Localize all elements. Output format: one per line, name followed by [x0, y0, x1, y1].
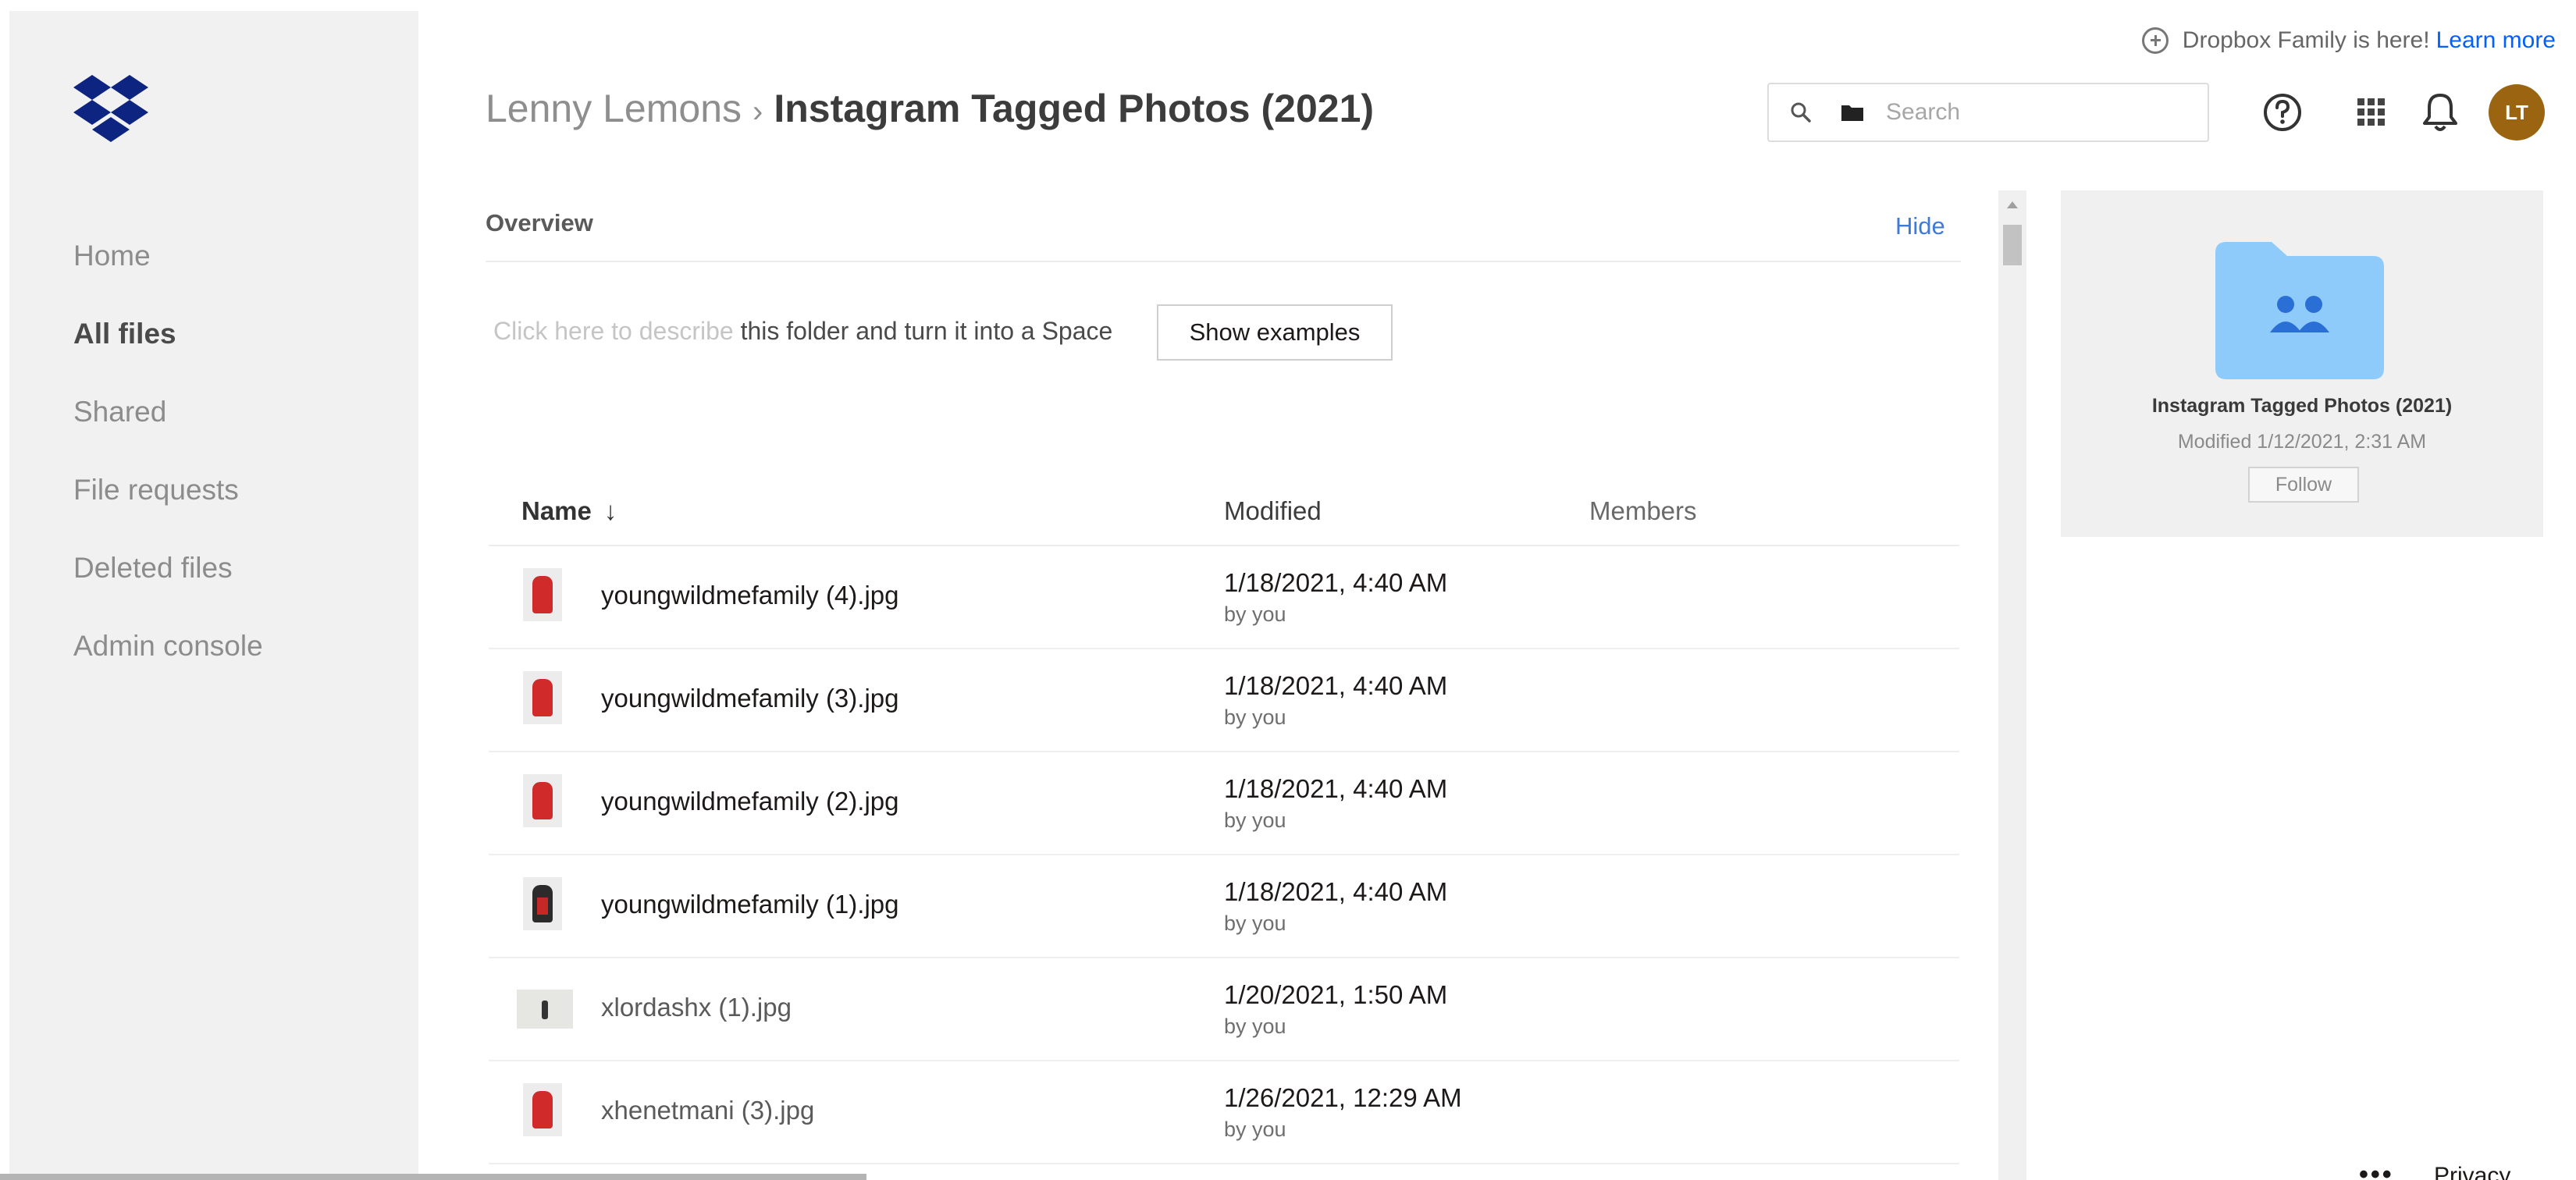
avatar[interactable]: LT: [2489, 84, 2545, 140]
file-table-header: Name ↓ Modified Members: [489, 489, 1959, 546]
search-input[interactable]: [1884, 98, 2165, 126]
file-modified: 1/20/2021, 1:50 AM: [1224, 980, 1448, 1009]
file-name[interactable]: youngwildmefamily (4).jpg: [601, 581, 898, 610]
promo-banner: Dropbox Family is here! Learn more: [2141, 23, 2556, 58]
description-prompt-faded: Click here to describe: [493, 317, 734, 345]
shared-folder-icon: [2215, 242, 2384, 379]
learn-more-link[interactable]: Learn more: [2436, 23, 2556, 58]
table-row[interactable]: youngwildmefamily (4).jpg 1/18/2021, 4:4…: [489, 546, 1959, 649]
breadcrumb: Lenny Lemons › Instagram Tagged Photos (20…: [486, 81, 1374, 139]
page-title: Instagram Tagged Photos (2021): [774, 87, 1375, 130]
file-modified: 1/18/2021, 4:40 AM: [1224, 568, 1448, 597]
file-name[interactable]: youngwildmefamily (1).jpg: [601, 890, 898, 919]
column-header-modified[interactable]: Modified: [1224, 496, 1322, 526]
privacy-link[interactable]: Privacy: [2434, 1163, 2510, 1180]
apps-grid-icon[interactable]: [2347, 87, 2396, 137]
table-row[interactable]: xhenetmani (3).jpg 1/26/2021, 12:29 AM b…: [489, 1061, 1959, 1164]
table-row[interactable]: youngwildmefamily (1).jpg 1/18/2021, 4:4…: [489, 855, 1959, 958]
overview-divider: [486, 261, 1961, 262]
file-modified-by: by you: [1224, 912, 1286, 935]
file-modified: 1/26/2021, 12:29 AM: [1224, 1083, 1462, 1112]
folder-description-prompt[interactable]: Click here to describe this folder and t…: [493, 317, 1112, 346]
overview-title: Overview: [486, 209, 593, 236]
file-name[interactable]: xlordashx (1).jpg: [601, 993, 792, 1022]
vertical-scrollbar[interactable]: [1998, 190, 2026, 1180]
dropbox-logo-icon[interactable]: [72, 72, 150, 142]
breadcrumb-parent[interactable]: Lenny Lemons: [486, 87, 742, 130]
table-row[interactable]: xlordashx (1).jpg 1/20/2021, 1:50 AM by …: [489, 958, 1959, 1061]
follow-button[interactable]: Follow: [2248, 467, 2359, 503]
scrollbar-thumb[interactable]: [2003, 225, 2022, 265]
file-modified-by: by you: [1224, 1118, 1286, 1141]
sidebar-item-file-requests[interactable]: File requests: [73, 459, 263, 537]
file-modified: 1/18/2021, 4:40 AM: [1224, 877, 1448, 906]
file-name[interactable]: youngwildmefamily (3).jpg: [601, 684, 898, 713]
image-thumbnail-icon: [523, 774, 562, 827]
notification-bell-icon[interactable]: [2415, 87, 2465, 137]
file-list: youngwildmefamily (4).jpg 1/18/2021, 4:4…: [489, 546, 1959, 1164]
sidebar-nav: Home All files Shared File requests Dele…: [73, 225, 263, 693]
description-prompt-text: this folder and turn it into a Space: [733, 317, 1113, 345]
scroll-up-arrow-icon[interactable]: [2007, 201, 2018, 208]
file-modified-by: by you: [1224, 1015, 1286, 1038]
sort-arrow-down-icon: ↓: [603, 496, 617, 525]
file-modified: 1/18/2021, 4:40 AM: [1224, 774, 1448, 803]
sidebar-item-deleted-files[interactable]: Deleted files: [73, 537, 263, 615]
image-thumbnail-icon: [523, 1083, 562, 1136]
column-header-members[interactable]: Members: [1589, 496, 1697, 526]
folder-info-panel: Instagram Tagged Photos (2021) Modified …: [2061, 190, 2543, 537]
sidebar-item-admin-console[interactable]: Admin console: [73, 615, 263, 693]
file-modified: 1/18/2021, 4:40 AM: [1224, 671, 1448, 700]
search-bar[interactable]: [1767, 83, 2209, 142]
sidebar-item-home[interactable]: Home: [73, 225, 263, 303]
search-icon: [1791, 102, 1811, 123]
table-row[interactable]: youngwildmefamily (3).jpg 1/18/2021, 4:4…: [489, 649, 1959, 752]
file-modified-by: by you: [1224, 602, 1286, 626]
sidebar: Home All files Shared File requests Dele…: [9, 11, 418, 1180]
image-thumbnail-icon: [523, 877, 562, 930]
file-modified-by: by you: [1224, 809, 1286, 832]
file-name[interactable]: xhenetmani (3).jpg: [601, 1096, 814, 1125]
plus-circle-icon: [2141, 27, 2169, 54]
file-name[interactable]: youngwildmefamily (2).jpg: [601, 787, 898, 816]
image-thumbnail-icon: [517, 990, 573, 1029]
dropbox-window: Home All files Shared File requests Dele…: [0, 0, 2576, 1180]
image-thumbnail-icon: [523, 671, 562, 724]
promo-text: Dropbox Family is here!: [2182, 27, 2430, 53]
column-header-name[interactable]: Name ↓: [521, 496, 617, 526]
folder-scope-icon[interactable]: [1841, 103, 1864, 122]
table-row[interactable]: youngwildmefamily (2).jpg 1/18/2021, 4:4…: [489, 752, 1959, 855]
breadcrumb-separator: ›: [753, 94, 763, 129]
folder-info-modified: Modified 1/12/2021, 2:31 AM: [2177, 431, 2427, 453]
horizontal-scrollbar[interactable]: [0, 1174, 866, 1180]
folder-info-name: Instagram Tagged Photos (2021): [2151, 395, 2453, 417]
show-examples-button[interactable]: Show examples: [1157, 304, 1393, 361]
sidebar-item-all-files[interactable]: All files: [73, 303, 263, 381]
sidebar-item-shared[interactable]: Shared: [73, 381, 263, 459]
hide-overview-link[interactable]: Hide: [1895, 212, 1945, 240]
help-icon[interactable]: [2258, 87, 2307, 137]
column-name-label: Name: [521, 496, 592, 525]
image-thumbnail-icon: [523, 568, 562, 621]
file-modified-by: by you: [1224, 706, 1286, 729]
more-options-icon[interactable]: •••: [2359, 1161, 2394, 1180]
